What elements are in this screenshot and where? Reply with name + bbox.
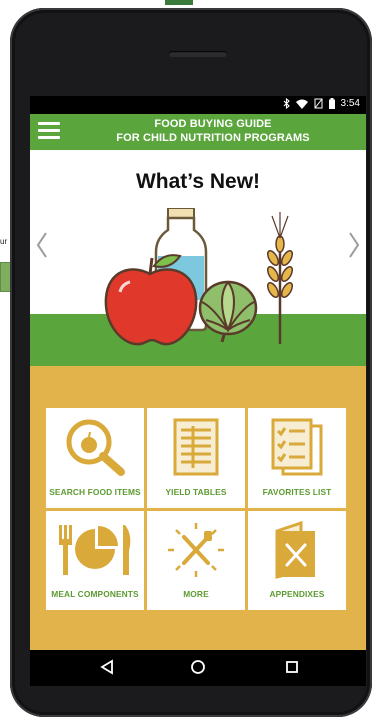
tile-label: YIELD TABLES [165, 486, 227, 497]
main-menu-grid: SEARCH FOOD ITEMS YIELD TABLES FAVORITES… [46, 408, 346, 610]
whats-new-banner[interactable]: What’s New! [30, 150, 366, 366]
fork-plate-knife-icon [59, 524, 131, 575]
tile-label: MEAL COMPONENTS [51, 589, 139, 599]
tile-meal-components[interactable]: MEAL COMPONENTS [46, 510, 144, 610]
wifi-icon [295, 99, 308, 109]
magnifier-apple-icon [66, 419, 125, 476]
tile-label: SEARCH FOOD ITEMS [49, 486, 141, 497]
tile-more[interactable]: MORE [147, 510, 245, 610]
table-document-icon [173, 418, 219, 476]
app-title: FOOD BUYING GUIDE FOR CHILD NUTRITION PR… [70, 117, 356, 145]
banner-title: What’s New! [135, 170, 261, 193]
home-icon[interactable] [190, 659, 206, 675]
food-illustration [104, 208, 294, 346]
edge-tab [165, 0, 193, 5]
app-bar: FOOD BUYING GUIDE FOR CHILD NUTRITION PR… [30, 114, 366, 150]
chevron-right-icon[interactable] [346, 230, 362, 260]
tile-search-food-items[interactable]: SEARCH FOOD ITEMS [46, 408, 144, 508]
back-icon[interactable] [100, 659, 114, 675]
battery-icon [328, 98, 335, 109]
system-nav-bar [30, 650, 366, 686]
no-sim-icon [314, 98, 323, 109]
tile-label: FAVORITES LIST [262, 486, 332, 497]
bluetooth-icon [283, 98, 290, 109]
folder-cutlery-icon [275, 520, 315, 579]
app-title-line2: FOR CHILD NUTRITION PROGRAMS [116, 132, 310, 144]
checklist-icon [271, 418, 323, 476]
main-menu-area: SEARCH FOOD ITEMS YIELD TABLES FAVORITES… [30, 366, 366, 650]
phone-speaker [169, 51, 227, 57]
tile-appendixes[interactable]: APPENDIXES [248, 510, 346, 610]
recents-icon[interactable] [285, 659, 299, 675]
status-time: 3:54 [340, 98, 360, 109]
tile-label: MORE [183, 589, 209, 599]
tile-label: APPENDIXES [269, 589, 325, 599]
app-title-line1: FOOD BUYING GUIDE [154, 118, 272, 130]
chevron-left-icon[interactable] [34, 230, 50, 260]
tile-favorites-list[interactable]: FAVORITES LIST [248, 408, 346, 508]
fork-knife-sunburst-icon [168, 522, 224, 577]
phone-screen: 3:54 FOOD BUYING GUIDE FOR CHILD NUTRITI… [30, 96, 366, 686]
status-bar: 3:54 [30, 96, 366, 114]
edge-text: ur [0, 237, 8, 246]
tile-yield-tables[interactable]: YIELD TABLES [147, 408, 245, 508]
hamburger-menu-icon[interactable] [38, 122, 60, 140]
